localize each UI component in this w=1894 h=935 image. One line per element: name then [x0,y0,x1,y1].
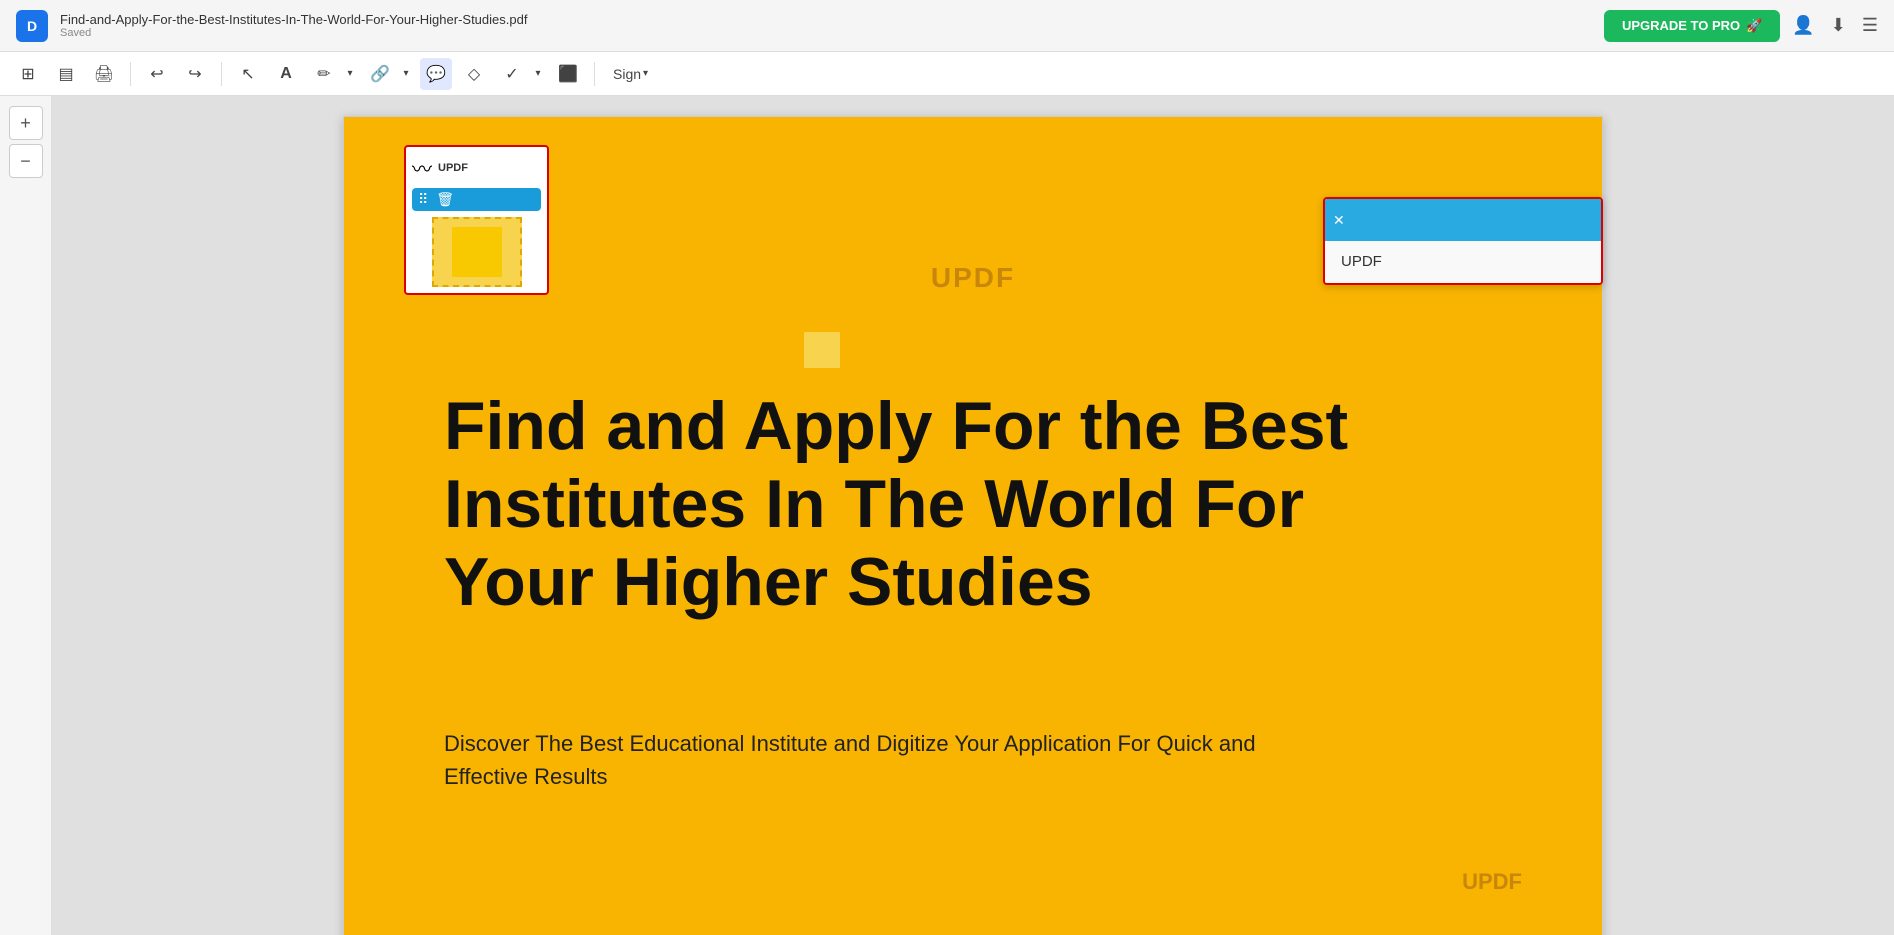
toolbar-divider-1 [130,62,131,86]
check-button[interactable]: ✓ [496,58,528,90]
left-panel: + − [0,96,52,935]
image-button[interactable]: ⬛ [552,58,584,90]
zoom-in-button[interactable]: + [9,106,43,140]
undo-button[interactable]: ↩ [141,58,173,90]
title-icons: 👤 ⬇ ☰ [1792,15,1878,36]
toolbar-divider-2 [221,62,222,86]
watermark-bottom-right: UPDF [1462,869,1522,895]
link-dropdown[interactable]: ▾ [398,58,414,90]
watermark-center: UPDF [931,262,1015,294]
link-group: 🔗 ▾ [364,58,414,90]
grid-button[interactable]: ⊞ [12,58,44,90]
zoom-in-icon: + [20,113,31,134]
draw-dropdown[interactable]: ▾ [342,58,358,90]
popup-body: UPDF [1325,241,1601,283]
saved-status: Saved [60,27,527,39]
download-icon[interactable]: ⬇ [1831,15,1846,36]
rocket-icon: 🚀 [1746,18,1762,34]
draw-group: ✏ ▾ [308,58,358,90]
sticky-note-selected[interactable]: 〰 UPDF ⠿ 🗑 [404,145,549,295]
title-text: Find-and-Apply-For-the-Best-Institutes-I… [60,12,527,39]
sticky-note-box[interactable] [432,217,522,287]
main-heading: Find and Apply For the Best Institutes I… [444,387,1444,622]
sign-chevron: ▾ [643,68,648,79]
popup-header: ✕ [1325,199,1601,241]
check-group: ✓ ▾ [496,58,546,90]
main-area: + − 〰 UPDF ⠿ 🗑 UPDF [0,96,1894,935]
heading-text: Find and Apply For the Best Institutes I… [444,387,1444,622]
upgrade-label: UPGRADE TO PRO [1622,18,1740,33]
title-bar: D Find-and-Apply-For-the-Best-Institutes… [0,0,1894,52]
zoom-out-icon: − [20,151,31,172]
file-name: Find-and-Apply-For-the-Best-Institutes-I… [60,12,527,27]
sub-heading: Discover The Best Educational Institute … [444,727,1344,793]
comment-button[interactable]: 💬 [420,58,452,90]
toolbar-divider-3 [594,62,595,86]
cursor-button[interactable]: ↖ [232,58,264,90]
small-sticky-note[interactable] [804,332,840,368]
sign-button[interactable]: Sign ▾ [605,62,656,86]
upgrade-button[interactable]: UPGRADE TO PRO 🚀 [1604,10,1780,42]
sign-label: Sign [613,66,641,82]
title-right: UPGRADE TO PRO 🚀 👤 ⬇ ☰ [1604,10,1878,42]
sticky-toolbar: ⠿ 🗑 [412,188,541,211]
text-button[interactable]: A [270,58,302,90]
erase-button[interactable]: ◇ [458,58,490,90]
user-icon[interactable]: 👤 [1792,15,1814,36]
sticky-note-inner [452,227,502,277]
link-button[interactable]: 🔗 [364,58,396,90]
annotation-popup: ✕ UPDF [1323,197,1603,285]
pdf-page: 〰 UPDF ⠿ 🗑 UPDF Find and Apply For the B… [343,116,1603,935]
title-left: D Find-and-Apply-For-the-Best-Institutes… [16,10,527,42]
delete-icon[interactable]: 🗑 [436,191,454,208]
move-icon[interactable]: ⠿ [418,191,428,208]
popup-close-icon[interactable]: ✕ [1333,212,1345,229]
redo-button[interactable]: ↪ [179,58,211,90]
sidebar-button[interactable]: ▤ [50,58,82,90]
app-logo-text: D [27,18,37,34]
draw-button[interactable]: ✏ [308,58,340,90]
menu-icon[interactable]: ☰ [1862,15,1878,36]
zoom-out-button[interactable]: − [9,144,43,178]
toolbar: ⊞ ▤ 🖨 ↩ ↪ ↖ A ✏ ▾ 🔗 ▾ 💬 ◇ ✓ ▾ ⬛ Sign ▾ [0,52,1894,96]
check-dropdown[interactable]: ▾ [530,58,546,90]
popup-author: UPDF [1341,253,1382,270]
print-button[interactable]: 🖨 [88,58,120,90]
sticky-popup-header: 〰 UPDF [412,153,541,182]
app-logo: D [16,10,48,42]
sticky-logo-text: UPDF [438,162,468,174]
sub-heading-text: Discover The Best Educational Institute … [444,727,1344,793]
pdf-area: 〰 UPDF ⠿ 🗑 UPDF Find and Apply For the B… [52,96,1894,935]
